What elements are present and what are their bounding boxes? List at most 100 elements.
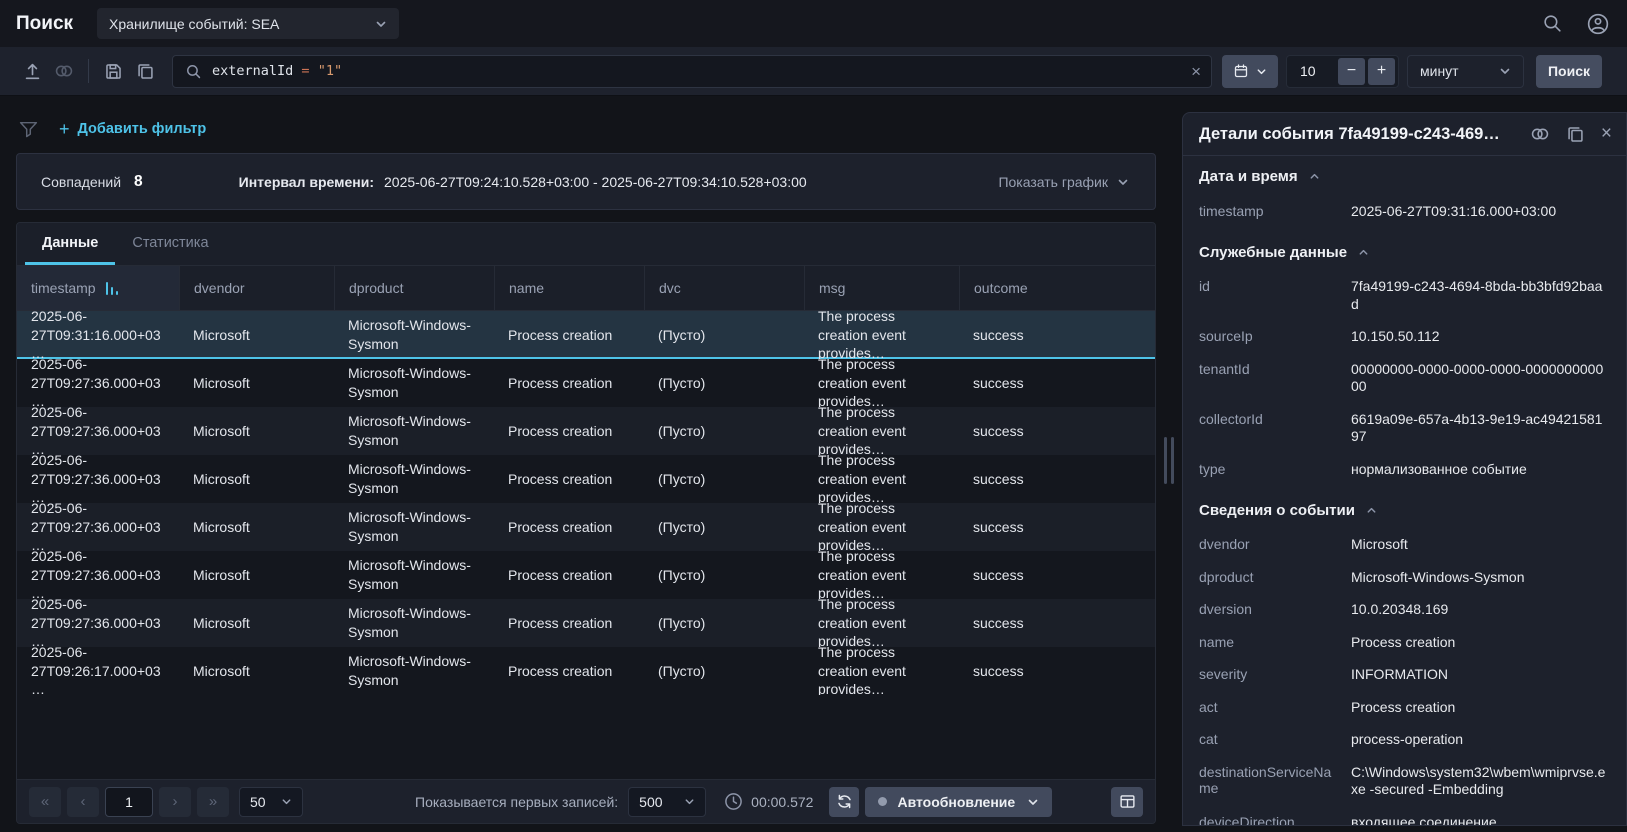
section-title: Служебные данные (1199, 244, 1347, 261)
section-header[interactable]: Дата и время (1199, 158, 1610, 195)
chevron-down-icon (281, 796, 292, 807)
column-header-dvendor[interactable]: dvendor (179, 266, 334, 310)
column-header-dproduct[interactable]: dproduct (334, 266, 494, 310)
elapsed-value: 00:00.572 (751, 794, 813, 810)
autoupdate-status-dot (878, 797, 887, 806)
table-row[interactable]: 2025-06-27T09:27:36.000+03…MicrosoftMicr… (17, 407, 1155, 455)
increase-button[interactable]: + (1368, 58, 1395, 85)
panel-resize-handle[interactable] (1164, 437, 1174, 484)
toolbar: externalId = "1" × 10 − + минут Поиск (0, 47, 1627, 96)
cell-dvendor: Microsoft (179, 359, 334, 407)
cell-outcome: success (959, 359, 1155, 407)
toolbar-divider (88, 59, 89, 83)
cell-dvendor: Microsoft (179, 599, 334, 647)
clear-query-icon[interactable]: × (1191, 63, 1201, 80)
records-limit-select[interactable]: 500 (628, 787, 706, 817)
cell-dproduct: Microsoft-Windows-Sysmon (334, 551, 494, 599)
decrease-button[interactable]: − (1338, 58, 1365, 85)
chevron-down-icon (684, 796, 695, 807)
cell-dvc: (Пусто) (644, 647, 804, 695)
table-row[interactable]: 2025-06-27T09:27:36.000+03…MicrosoftMicr… (17, 551, 1155, 599)
cell-outcome: success (959, 551, 1155, 599)
show-chart-button[interactable]: Показать график (998, 174, 1129, 190)
field-value: 10.150.50.112 (1351, 328, 1610, 346)
section-header[interactable]: Служебные данные (1199, 234, 1610, 271)
copy-icon[interactable] (129, 55, 161, 87)
column-header-dvc[interactable]: dvc (644, 266, 804, 310)
page-size-select[interactable]: 50 (239, 787, 303, 817)
table-row[interactable]: 2025-06-27T09:27:36.000+03…MicrosoftMicr… (17, 359, 1155, 407)
cell-msg: The process creation event provides… (804, 551, 959, 599)
field-key: collectorId (1199, 411, 1351, 446)
column-header-msg[interactable]: msg (804, 266, 959, 310)
add-filter-label: Добавить фильтр (78, 121, 207, 137)
table-grid-icon (1119, 793, 1136, 810)
cell-timestamp: 2025-06-27T09:31:16.000+03… (17, 311, 179, 359)
save-icon[interactable] (97, 55, 129, 87)
time-range-calendar-button[interactable] (1222, 55, 1278, 88)
page-number-input[interactable] (105, 787, 153, 817)
topbar-actions (1542, 13, 1609, 35)
column-header-outcome[interactable]: outcome (959, 266, 1155, 310)
table-row[interactable]: 2025-06-27T09:27:36.000+03…MicrosoftMicr… (17, 503, 1155, 551)
matches-count: 8 (134, 173, 143, 191)
section-header[interactable]: Сведения о событии (1199, 492, 1610, 529)
table-row[interactable]: 2025-06-27T09:26:17.000+03…MicrosoftMicr… (17, 647, 1155, 695)
tab-statistics[interactable]: Статистика (115, 223, 225, 265)
time-unit-select[interactable]: минут (1407, 55, 1524, 88)
add-filter-button[interactable]: + Добавить фильтр (59, 120, 206, 138)
cell-msg: The process creation event provides… (804, 647, 959, 695)
field-value: Process creation (1351, 699, 1610, 717)
field-key: cat (1199, 731, 1351, 749)
search-button[interactable]: Поиск (1536, 55, 1602, 88)
refresh-button[interactable] (829, 787, 859, 817)
detail-field-name: nameProcess creation (1199, 626, 1610, 659)
search-icon (185, 63, 202, 80)
field-key: deviceDirection (1199, 814, 1351, 826)
filter-row: + Добавить фильтр (16, 108, 1172, 150)
copy-event-icon[interactable] (1566, 125, 1585, 144)
detail-field-severity: severityINFORMATION (1199, 659, 1610, 692)
page-title: Поиск (16, 13, 73, 35)
export-icon[interactable] (16, 55, 48, 87)
query-input[interactable]: externalId = "1" × (172, 55, 1212, 88)
field-value: 7fa49199-c243-4694-8bda-bb3bfd92baad (1351, 278, 1610, 313)
autoupdate-toggle[interactable]: Автообновление (865, 787, 1052, 817)
interval-label: Интервал времени: (239, 174, 374, 190)
page-size-value: 50 (250, 794, 266, 810)
detail-field-id: id7fa49199-c243-4694-8bda-bb3bfd92baad (1199, 271, 1610, 321)
user-profile-icon[interactable] (1587, 13, 1609, 35)
cell-dvendor: Microsoft (179, 455, 334, 503)
refresh-icon (836, 793, 853, 810)
first-page-button[interactable]: « (29, 787, 61, 817)
event-link-icon[interactable] (1530, 125, 1550, 143)
storage-select[interactable]: Хранилище событий: SEA (97, 8, 399, 39)
last-page-button[interactable]: » (197, 787, 229, 817)
table-row[interactable]: 2025-06-27T09:31:16.000+03…MicrosoftMicr… (17, 311, 1155, 359)
cell-name: Process creation (494, 407, 644, 455)
field-key: type (1199, 461, 1351, 479)
next-page-button[interactable]: › (159, 787, 191, 817)
chevron-down-icon (1117, 176, 1129, 188)
close-details-icon[interactable]: × (1601, 123, 1612, 145)
table-row[interactable]: 2025-06-27T09:27:36.000+03…MicrosoftMicr… (17, 455, 1155, 503)
link-icon[interactable] (48, 55, 80, 87)
global-search-icon[interactable] (1542, 13, 1563, 34)
column-header-name[interactable]: name (494, 266, 644, 310)
chevron-up-icon (1366, 505, 1377, 516)
chevron-down-icon (375, 18, 387, 30)
columns-settings-button[interactable] (1111, 787, 1143, 817)
table-row[interactable]: 2025-06-27T09:27:36.000+03…MicrosoftMicr… (17, 599, 1155, 647)
detail-field-act: actProcess creation (1199, 691, 1610, 724)
column-header-timestamp[interactable]: timestamp (17, 266, 179, 310)
time-value[interactable]: 10 (1300, 63, 1316, 79)
field-key: severity (1199, 666, 1351, 684)
sort-icon[interactable] (106, 281, 119, 295)
topbar: Поиск Хранилище событий: SEA (0, 0, 1627, 47)
cell-dvc: (Пусто) (644, 359, 804, 407)
tab-data[interactable]: Данные (25, 223, 115, 265)
cell-dvc: (Пусто) (644, 599, 804, 647)
prev-page-button[interactable]: ‹ (67, 787, 99, 817)
column-label: timestamp (31, 280, 96, 296)
field-value: нормализованное событие (1351, 461, 1610, 479)
